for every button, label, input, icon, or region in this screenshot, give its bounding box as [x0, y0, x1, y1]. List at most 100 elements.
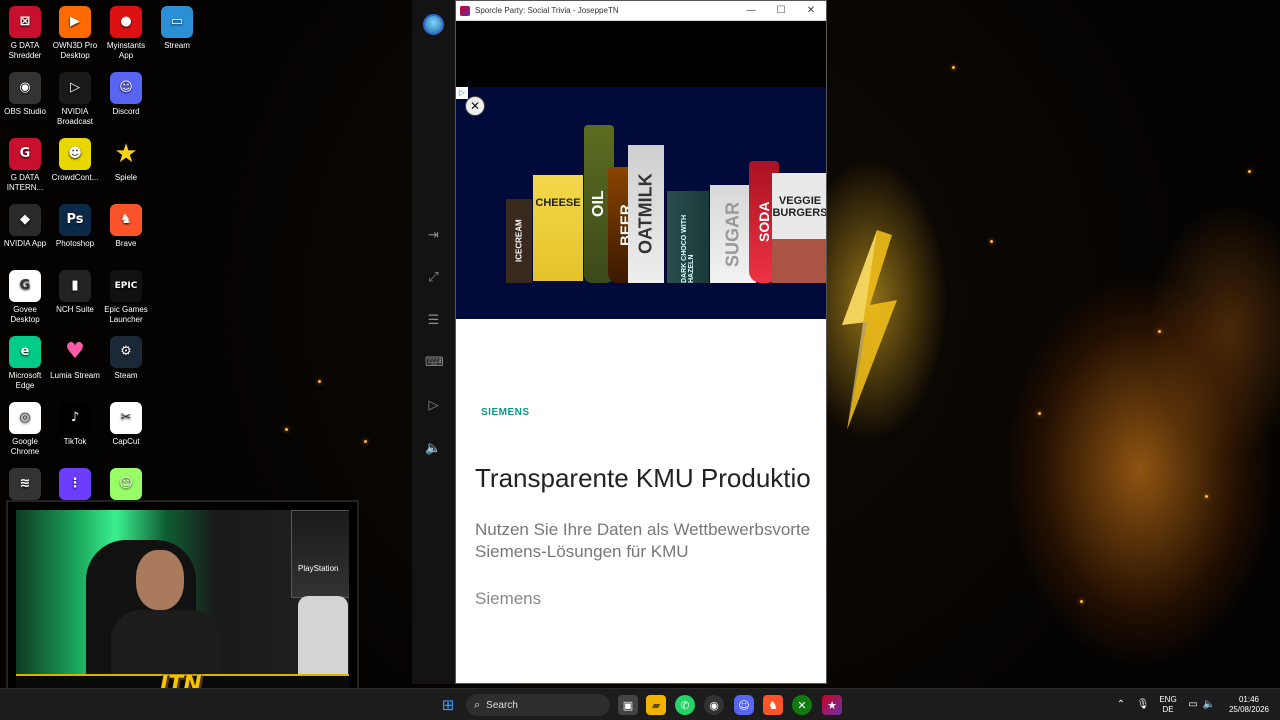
display-icon[interactable]: ▭ [1186, 689, 1200, 720]
desktop-app-icon: ♪ [59, 402, 91, 434]
desktop-icon-label: Myinstants App [106, 41, 146, 60]
keyboard-icon[interactable]: ⌨ [425, 354, 444, 371]
desktop-icon[interactable]: ★ Spiele [101, 136, 151, 183]
desktop-icon[interactable]: EPIC Epic Games Launcher [101, 268, 151, 325]
desktop-icon-label: Lumia Stream [50, 371, 100, 380]
product-oatmilk: OATMILK [628, 145, 664, 283]
volume-icon[interactable]: 🔈 [425, 440, 442, 457]
desktop-icon-label: Spiele [114, 173, 138, 182]
xbox-icon[interactable]: ✕ [792, 695, 812, 715]
clock-date: 25/08/2026 [1228, 705, 1270, 714]
desktop-app-icon: ♞ [110, 204, 142, 236]
ad-headline[interactable]: Transparente KMU Produktio [475, 463, 811, 494]
language-indicator[interactable]: ENG DE [1156, 689, 1180, 720]
product-cheese: CHEESE [533, 175, 583, 281]
desktop-app-icon: G [9, 270, 41, 302]
desktop-icon[interactable]: ◆ NVIDIA App [0, 202, 50, 249]
task-view-icon[interactable]: ▣ [618, 695, 638, 715]
desktop-icon[interactable]: ☻ CrowdCont... [50, 136, 100, 183]
whatsapp-icon[interactable]: ✆ [675, 695, 695, 715]
desktop-icon[interactable]: e Microsoft Edge [0, 334, 50, 391]
desktop-icon-label: Microsoft Edge [8, 371, 42, 390]
desktop-icon[interactable]: ≋ [0, 466, 50, 503]
start-button[interactable]: ⊞ [438, 695, 458, 715]
volume-icon[interactable]: 🔈 [1202, 689, 1216, 720]
desktop-icon[interactable]: ♥ Lumia Stream [50, 334, 100, 381]
desktop-app-icon: ▷ [59, 72, 91, 104]
language-top: ENG [1159, 695, 1177, 704]
desktop-icon[interactable]: G G DATA INTERN... [0, 136, 50, 193]
desktop-icon[interactable]: ▭ Stream [152, 4, 202, 51]
spark [952, 66, 955, 69]
desktop-app-icon: Ps [59, 204, 91, 236]
lightning-bolt-decoration [842, 230, 897, 430]
app-icon [460, 5, 470, 16]
desktop-icon-label: Govee Desktop [10, 305, 40, 324]
search-icon: ⌕ [474, 698, 481, 711]
sliders-icon[interactable]: ☰ [425, 312, 442, 329]
tray-chevron-icon[interactable]: ⌃ [1114, 689, 1128, 720]
clock[interactable]: 01:46 25/08/2026 [1224, 689, 1274, 720]
sporcle-app-icon[interactable]: ★ [822, 695, 842, 715]
playstation-box-label: PlayStation [298, 564, 339, 573]
spark [1205, 495, 1208, 498]
desktop-icon-label: TikTok [63, 437, 87, 446]
ad-close-button[interactable]: ✕ [465, 96, 485, 116]
desktop-icon[interactable]: ⋮ [50, 466, 100, 503]
desktop-icon[interactable]: ✂ CapCut [101, 400, 151, 447]
close-button[interactable]: ✕ [796, 5, 826, 16]
desktop-icon[interactable]: ▷ NVIDIA Broadcast [50, 70, 100, 127]
desktop-app-icon: ♥ [65, 339, 85, 364]
product-dark-chocolate: DARK CHOCO WITH HAZELN [667, 191, 709, 283]
desktop-icon-label: Stream [164, 41, 190, 50]
obs-icon[interactable]: ◉ [704, 695, 724, 715]
exit-icon[interactable]: ⇥ [425, 227, 442, 244]
desktop-icon[interactable]: ◎ Google Chrome [0, 400, 50, 457]
desktop-icon[interactable]: ☺ Discord [101, 70, 151, 117]
app-side-rail: ⇥ ⤢ ☰ ⌨ ▷ 🔈 [412, 0, 455, 684]
desktop-icon[interactable]: ♪ TikTok [50, 400, 100, 447]
ad-image[interactable]: ▷ ✕ ICECREAM CHEESE OIL BEER OATMILK DAR… [456, 87, 826, 319]
desktop-app-icon: G [9, 138, 41, 170]
desktop-icon[interactable]: ♞ Brave [101, 202, 151, 249]
minimize-button[interactable]: — [736, 5, 766, 16]
spark [990, 240, 993, 243]
avatar-icon[interactable] [423, 14, 444, 35]
desktop-icon[interactable]: Ps Photoshop [50, 202, 100, 249]
desktop-app-icon: ⊠ [9, 6, 41, 38]
label-icon[interactable]: ▷ [425, 397, 442, 414]
desktop-app-icon: ▮ [59, 270, 91, 302]
desktop-app-icon: ◉ [9, 72, 41, 104]
desktop-icon[interactable]: ▮ NCH Suite [50, 268, 100, 315]
desktop-icon[interactable]: ● Myinstants App [101, 4, 151, 61]
desktop-app-icon: ▭ [161, 6, 193, 38]
desktop-icon[interactable]: ◉ OBS Studio [0, 70, 50, 117]
discord-icon[interactable]: ☺ [734, 695, 754, 715]
spark [318, 380, 321, 383]
brave-icon[interactable]: ♞ [763, 695, 783, 715]
desktop-icon[interactable]: ☺ [101, 466, 151, 503]
microphone-icon[interactable]: 🎙 [1136, 689, 1150, 720]
desktop-icon[interactable]: G Govee Desktop [0, 268, 50, 325]
desktop-app-icon: ★ [114, 139, 138, 169]
spark [1158, 330, 1161, 333]
search-box[interactable]: ⌕ Search [466, 694, 610, 716]
desktop-icon-label: Brave [115, 239, 137, 248]
desktop-icon[interactable]: ▶ OWN3D Pro Desktop [50, 4, 100, 61]
desktop-app-icon: EPIC [110, 270, 142, 302]
desktop-app-icon: ◎ [9, 402, 41, 434]
window-titlebar[interactable]: Sporcle Party: Social Trivia - JoseppeTN… [456, 1, 826, 21]
desktop-icon[interactable]: ⚙ Steam [101, 334, 151, 381]
adchoices-icon[interactable]: ▷ [456, 87, 468, 99]
desktop-icon-label: NVIDIA App [3, 239, 47, 248]
file-explorer-icon[interactable]: ▰ [646, 695, 666, 715]
desktop-icons: ⊠ G DATA Shredder ▶ OWN3D Pro Desktop ● Myins… [0, 0, 200, 510]
ad-text-panel[interactable]: SIEMENS Transparente KMU Produktio Nutze… [456, 319, 826, 683]
taskbar: ⊞ ⌕ Search ▣ ▰ ✆ ◉ ☺ ♞ ✕ ★ ⌃ 🎙 ENG DE ▭ … [0, 688, 1280, 720]
maximize-button[interactable]: ☐ [766, 5, 796, 16]
desktop-icon[interactable]: ⊠ G DATA Shredder [0, 4, 50, 61]
expand-icon[interactable]: ⤢ [425, 269, 442, 286]
desktop-icon-label: G DATA Shredder [8, 41, 42, 60]
shelf-box [291, 510, 349, 598]
desktop-app-icon: e [9, 336, 41, 368]
